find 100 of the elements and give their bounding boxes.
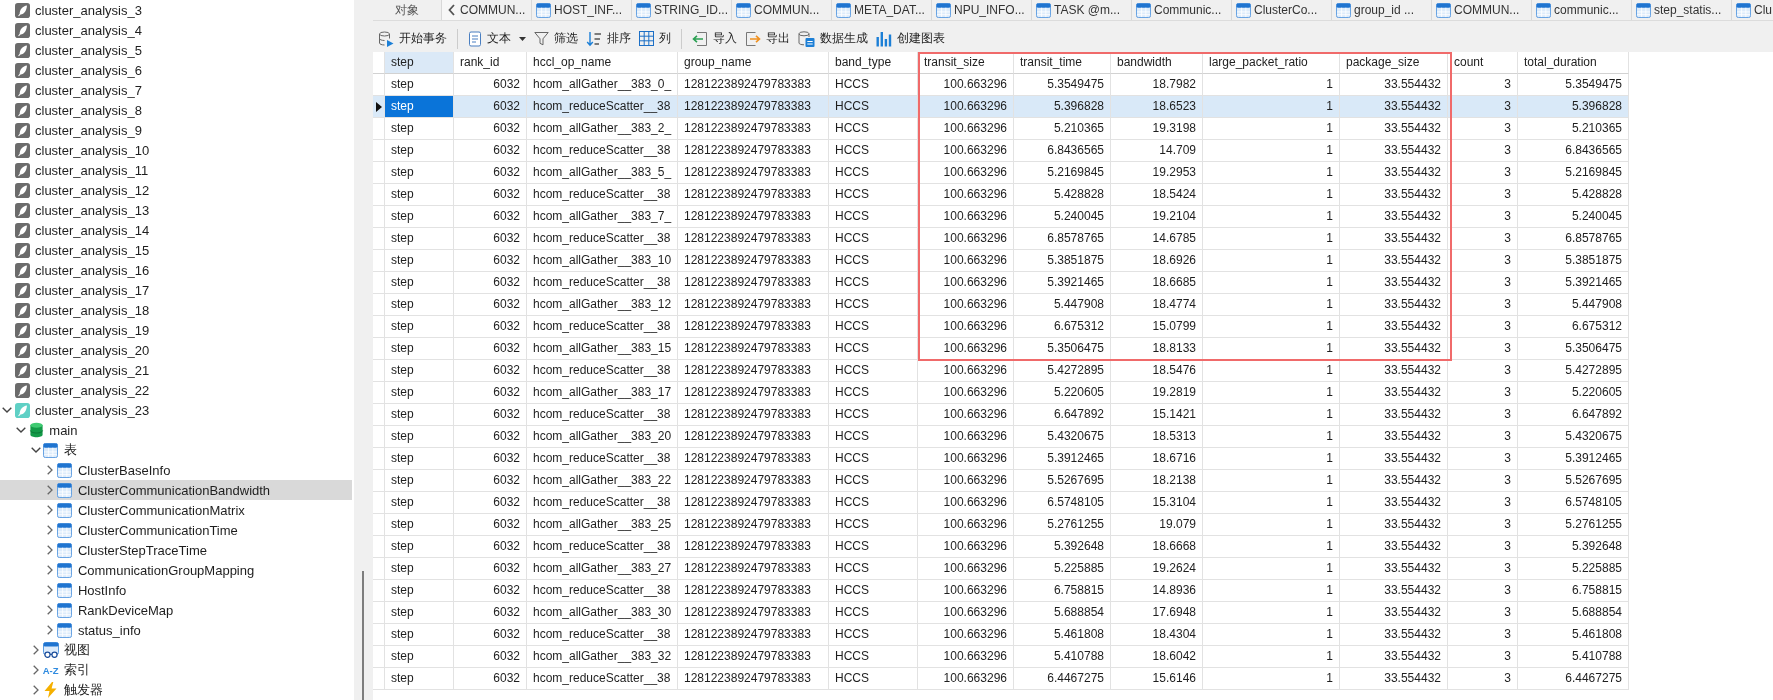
tree-item[interactable]: cluster_analysis_11 [0,160,352,180]
tree-item[interactable]: cluster_analysis_19 [0,320,352,340]
table-row[interactable]: step 6032 hcom_allGather__383_7_ 1281223892479783383 HCCS 100.663296 5.240045 19.2104 1 33.554432 3 5.240045 [373,206,1629,228]
tree-item[interactable]: ClusterCommunicationBandwidth [0,480,352,500]
tab[interactable]: communic... [1532,0,1632,20]
table-row[interactable]: step 6032 hcom_allGather__383_0_ 1281223892479783383 HCCS 100.663296 5.3549475 18.7982 1 33.554432 3 5.3549475 [373,74,1629,96]
table-row[interactable]: step 6032 hcom_allGather__383_27 1281223892479783383 HCCS 100.663296 5.225885 19.2624 1 33.554432 3 5.225885 [373,558,1629,580]
scroll-left-button[interactable] [442,0,460,20]
table-row[interactable]: step 6032 hcom_allGather__383_20 1281223892479783383 HCCS 100.663296 5.4320675 18.5313 1 33.554432 3 5.4320675 [373,426,1629,448]
table-row[interactable]: step 6032 hcom_allGather__383_25 1281223892479783383 HCCS 100.663296 5.2761255 19.079 1 33.554432 3 5.2761255 [373,514,1629,536]
import-button[interactable]: 导入 [690,26,739,51]
tree-item[interactable]: cluster_analysis_22 [0,380,352,400]
tab[interactable]: Clu [1732,0,1773,20]
table-row[interactable]: step 6032 hcom_reduceScatter__38 1281223892479783383 HCCS 100.663296 6.4467275 15.6146 1 33.554432 3 6.4467275 [373,668,1629,690]
tree-item[interactable]: HostInfo [0,580,352,600]
table-row[interactable]: step 6032 hcom_allGather__383_2_ 1281223892479783383 HCCS 100.663296 5.210365 19.3198 1 33.554432 3 5.210365 [373,118,1629,140]
column-header[interactable]: count [1448,52,1518,74]
tree-item[interactable]: 表 [0,440,352,460]
tree-item[interactable]: CommunicationGroupMapping [0,560,352,580]
tree-item[interactable]: cluster_analysis_8 [0,100,352,120]
export-button[interactable]: 导出 [743,26,792,51]
table-row[interactable]: step 6032 hcom_reduceScatter__38 1281223892479783383 HCCS 100.663296 5.3921465 18.6685 1 33.554432 3 5.3921465 [373,272,1629,294]
tab[interactable]: HOST_INF... [532,0,632,20]
column-header[interactable]: package_size [1340,52,1448,74]
tree-item[interactable]: cluster_analysis_20 [0,340,352,360]
tree-item[interactable]: ClusterCommunicationMatrix [0,500,352,520]
tree-item[interactable]: cluster_analysis_9 [0,120,352,140]
table-row[interactable]: step 6032 hcom_reduceScatter__38 1281223892479783383 HCCS 100.663296 6.675312 15.0799 1 33.554432 3 6.675312 [373,316,1629,338]
tab[interactable]: STRING_ID... [632,0,732,20]
tree-item[interactable]: status_info [0,620,352,640]
tree-item[interactable]: cluster_analysis_21 [0,360,352,380]
table-row[interactable]: step 6032 hcom_allGather__383_10 1281223892479783383 HCCS 100.663296 5.3851875 18.6926 1 33.554432 3 5.3851875 [373,250,1629,272]
table-row[interactable]: step 6032 hcom_reduceScatter__38 1281223892479783383 HCCS 100.663296 5.3912465 18.6716 1 33.554432 3 5.3912465 [373,448,1629,470]
table-row[interactable]: step 6032 hcom_reduceScatter__38 1281223892479783383 HCCS 100.663296 6.758815 14.8936 1 33.554432 3 6.758815 [373,580,1629,602]
tree-item[interactable]: 视图 [0,640,352,660]
tab[interactable]: ClusterCo... [1232,0,1332,20]
tree-item[interactable]: cluster_analysis_15 [0,240,352,260]
tab[interactable]: group_id ... [1332,0,1432,20]
table-row[interactable]: step 6032 hcom_reduceScatter__38 1281223892479783383 HCCS 100.663296 5.428828 18.5424 1 33.554432 3 5.428828 [373,184,1629,206]
tree-item[interactable]: A-Z 索引 [0,660,352,680]
table-row[interactable]: step 6032 hcom_reduceScatter__38 1281223892479783383 HCCS 100.663296 6.8578765 14.6785 1 33.554432 3 6.8578765 [373,228,1629,250]
tab[interactable]: COMMUN... [1432,0,1532,20]
column-header[interactable]: band_type [829,52,918,74]
tree-item[interactable]: cluster_analysis_18 [0,300,352,320]
sort-icon [586,30,602,47]
tree-item[interactable]: RankDeviceMap [0,600,352,620]
tree-item[interactable]: cluster_analysis_13 [0,200,352,220]
scrollbar-thumb[interactable] [362,571,364,700]
tree-item[interactable]: cluster_analysis_10 [0,140,352,160]
tree-item[interactable]: cluster_analysis_6 [0,60,352,80]
tab[interactable]: Communic... [1132,0,1232,20]
tab[interactable]: NPU_INFO... [932,0,1032,20]
table-row[interactable]: step 6032 hcom_allGather__383_17 1281223892479783383 HCCS 100.663296 5.220605 19.2819 1 33.554432 3 5.220605 [373,382,1629,404]
tree-item[interactable]: cluster_analysis_23 [0,400,352,420]
column-header[interactable]: bandwidth [1111,52,1203,74]
column-header[interactable]: transit_time [1014,52,1111,74]
table-row[interactable]: step 6032 hcom_reduceScatter__38 1281223892479783383 HCCS 100.663296 6.8436565 14.709 1 33.554432 3 6.8436565 [373,140,1629,162]
tab[interactable]: META_DAT... [832,0,932,20]
table-row[interactable]: step 6032 hcom_allGather__383_5_ 1281223892479783383 HCCS 100.663296 5.2169845 19.2953 1 33.554432 3 5.2169845 [373,162,1629,184]
tab[interactable]: TASK @m... [1032,0,1132,20]
begin-transaction-button[interactable]: 开始事务 [376,26,449,51]
column-header[interactable]: large_packet_ratio [1203,52,1340,74]
table-row[interactable]: step 6032 hcom_reduceScatter__38 1281223892479783383 HCCS 100.663296 6.647892 15.1421 1 33.554432 3 6.647892 [373,404,1629,426]
tree-item[interactable]: cluster_analysis_3 [0,0,352,20]
column-header[interactable]: hccl_op_name [527,52,678,74]
sort-button[interactable]: 排序 [584,26,633,51]
tree-item[interactable]: ClusterCommunicationTime [0,520,352,540]
filter-button[interactable]: 筛选 [532,26,580,51]
tree-item[interactable]: 触发器 [0,680,352,700]
tree-item[interactable]: ClusterBaseInfo [0,460,352,480]
table-row[interactable]: step 6032 hcom_reduceScatter__38 1281223892479783383 HCCS 100.663296 5.392648 18.6668 1 33.554432 3 5.392648 [373,536,1629,558]
data-generation-button[interactable]: 数据生成 [796,26,870,51]
tree-item[interactable]: cluster_analysis_4 [0,20,352,40]
column-header[interactable]: total_duration [1518,52,1629,74]
table-row[interactable]: step 6032 hcom_reduceScatter__38 1281223892479783383 HCCS 100.663296 5.4272895 18.5476 1 33.554432 3 5.4272895 [373,360,1629,382]
tree-item[interactable]: cluster_analysis_7 [0,80,352,100]
table-row[interactable]: step 6032 hcom_allGather__383_30 1281223892479783383 HCCS 100.663296 5.688854 17.6948 1 33.554432 3 5.688854 [373,602,1629,624]
create-chart-button[interactable]: 创建图表 [874,26,947,51]
tab[interactable]: COMMUN... [732,0,832,20]
tab[interactable]: COMMUN... [460,0,532,20]
table-row[interactable]: step 6032 hcom_reduceScatter__38 1281223892479783383 HCCS 100.663296 5.461808 18.4304 1 33.554432 3 5.461808 [373,624,1629,646]
tree-item[interactable]: cluster_analysis_16 [0,260,352,280]
tab[interactable]: step_statis... [1632,0,1732,20]
tree-item[interactable]: cluster_analysis_5 [0,40,352,60]
column-header[interactable]: group_name [678,52,829,74]
tree-item[interactable]: main [0,420,352,440]
tree-item[interactable]: cluster_analysis_14 [0,220,352,240]
table-row[interactable]: step 6032 hcom_allGather__383_12 1281223892479783383 HCCS 100.663296 5.447908 18.4774 1 33.554432 3 5.447908 [373,294,1629,316]
tree-item[interactable]: cluster_analysis_12 [0,180,352,200]
columns-button[interactable]: 列 [637,26,673,51]
table-row[interactable]: step 6032 hcom_reduceScatter__38 1281223892479783383 HCCS 100.663296 5.396828 18.6523 1 33.554432 3 5.396828 [373,96,1629,118]
tree-item[interactable]: cluster_analysis_17 [0,280,352,300]
column-header[interactable]: step [385,52,454,74]
tree-item[interactable]: ClusterStepTraceTime [0,540,352,560]
table-row[interactable]: step 6032 hcom_allGather__383_22 1281223892479783383 HCCS 100.663296 5.5267695 18.2138 1 33.554432 3 5.5267695 [373,470,1629,492]
table-row[interactable]: step 6032 hcom_allGather__383_32 1281223892479783383 HCCS 100.663296 5.410788 18.6042 1 33.554432 3 5.410788 [373,646,1629,668]
column-header[interactable]: rank_id [454,52,527,74]
text-view-button[interactable]: 文本 [466,26,528,51]
table-row[interactable]: step 6032 hcom_allGather__383_15 1281223892479783383 HCCS 100.663296 5.3506475 18.8133 1 33.554432 3 5.3506475 [373,338,1629,360]
table-row[interactable]: step 6032 hcom_reduceScatter__38 1281223892479783383 HCCS 100.663296 6.5748105 15.3104 1 33.554432 3 6.5748105 [373,492,1629,514]
